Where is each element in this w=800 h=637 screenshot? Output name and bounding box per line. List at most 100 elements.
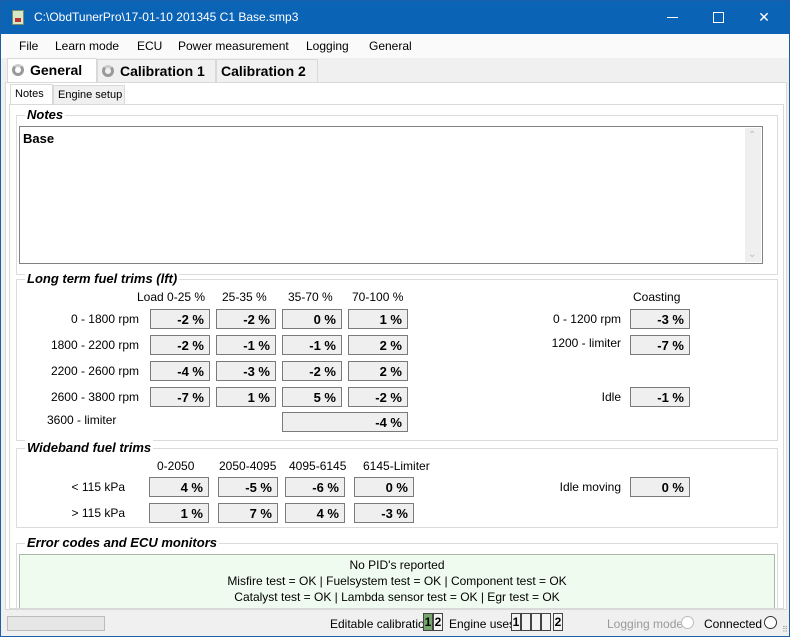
wideband-col-header: 0-2050 [157,459,195,473]
wideband-cell: -3 % [354,503,414,523]
tab-notes[interactable]: Notes [10,84,53,105]
tab-general-label: General [30,62,83,78]
menu-general[interactable]: General [369,39,412,53]
error-line: No PID's reported [349,558,445,572]
engine-slot [541,613,551,631]
tab-general[interactable]: General [7,58,97,82]
scroll-up-icon[interactable]: ⌃ [748,130,756,141]
lft-group: Long term fuel trims (lft) Load 0-25 % 2… [16,271,778,441]
lft-cell: -2 % [150,309,210,329]
lft-cell: -2 % [150,335,210,355]
lft-cell: 0 % [282,309,342,329]
engine-slot: 1 [511,613,521,631]
lft-cell: -2 % [348,387,408,407]
wideband-cell: 7 % [218,503,278,523]
lft-col-header: Load 0-25 % [137,290,206,304]
progress-bar [7,616,105,631]
notes-group: Notes Base ⌃ ⌄ [16,107,778,275]
menu-bar: File Learn mode ECU Power measurement Lo… [1,34,789,58]
lft-limiter-label: 3600 - limiter [47,413,117,427]
app-icon [12,10,24,25]
wideband-cell: 4 % [285,503,345,523]
wideband-row-label: > 115 kPa [71,506,125,520]
status-bar: Editable calibration 1 2 Engine uses 1 2… [1,611,789,636]
coasting-header: Coasting [633,290,681,304]
wideband-col-header: 2050-4095 [219,459,277,473]
maximize-button[interactable] [695,1,741,34]
notes-scrollbar[interactable]: ⌃ ⌄ [745,128,761,262]
engine-slot [531,613,541,631]
refresh-icon [12,64,24,76]
logging-mode-indicator [681,616,694,629]
lft-cell: -7 % [150,387,210,407]
wideband-group: Wideband fuel trims 0-2050 2050-4095 409… [16,440,778,528]
wideband-cell: 4 % [149,477,209,497]
coasting-value: -3 % [630,309,690,329]
lft-col-header: 35-70 % [288,290,333,304]
engine-slot [521,613,531,631]
notes-panel: Notes Base ⌃ ⌄ Long term fuel trims (lft… [9,104,784,613]
engine-uses-label: Engine uses [449,617,516,631]
menu-file[interactable]: File [19,39,38,53]
engine-slot: 2 [553,613,563,631]
maximize-icon [712,12,724,23]
connected-label: Connected [704,617,763,631]
menu-learn-mode[interactable]: Learn mode [55,39,119,53]
wideband-col-header: 4095-6145 [289,459,347,473]
lft-cell: -1 % [282,335,342,355]
lft-cell: -4 % [150,361,210,381]
lft-col-header: 25-35 % [222,290,267,304]
wideband-cell: 1 % [149,503,209,523]
tab-calibration-2-label: Calibration 2 [221,63,306,79]
lft-limiter-value: -4 % [282,412,408,432]
lft-col-header: 70-100 % [352,290,404,304]
scroll-down-icon[interactable]: ⌄ [748,249,756,260]
lft-cell: -2 % [216,309,276,329]
tab-calibration-2[interactable]: Calibration 2 [216,59,318,82]
wideband-group-title: Wideband fuel trims [25,440,154,455]
lft-row-label: 2200 - 2600 rpm [50,364,139,378]
minimize-button[interactable] [649,1,695,34]
menu-ecu[interactable]: ECU [137,39,162,53]
lft-cell: 1 % [348,309,408,329]
lft-row-label: 0 - 1800 rpm [70,312,139,326]
tab-calibration-1-label: Calibration 1 [120,63,205,79]
error-codes-group: Error codes and ECU monitors No PID's re… [16,535,778,613]
error-codes-group-title: Error codes and ECU monitors [25,535,219,550]
notes-group-title: Notes [25,107,66,122]
notes-text: Base [23,131,55,146]
tab-engine-setup[interactable]: Engine setup [53,85,125,105]
ecu-monitors-box: No PID's reported Misfire test = OK | Fu… [19,554,775,608]
lft-cell: 1 % [216,387,276,407]
wideband-cell: -5 % [218,477,278,497]
tab-calibration-1[interactable]: Calibration 1 [97,59,216,82]
editable-slot-2[interactable]: 2 [433,613,443,631]
wideband-col-header: 6145-Limiter [363,459,430,473]
title-bar[interactable]: C:\ObdTunerPro\17-01-10 201345 C1 Base.s… [1,1,789,34]
idle-moving-value: 0 % [630,477,690,497]
lft-cell: 5 % [282,387,342,407]
logging-mode-label: Logging mode [607,617,684,631]
menu-logging[interactable]: Logging [306,39,349,53]
lft-cell: -3 % [216,361,276,381]
idle-moving-label: Idle moving [559,480,621,494]
refresh-icon [102,65,114,77]
wideband-cell: 0 % [354,477,414,497]
resize-grip-icon[interactable]: ⠿ [782,625,788,634]
lft-group-title: Long term fuel trims (lft) [25,271,180,286]
window-title: C:\ObdTunerPro\17-01-10 201345 C1 Base.s… [34,10,299,24]
wideband-cell: -6 % [285,477,345,497]
minimize-icon [666,17,678,18]
error-line: Catalyst test = OK | Lambda sensor test … [234,590,560,604]
idle-label: Idle [601,390,621,404]
notes-textarea[interactable]: Base ⌃ ⌄ [19,126,763,264]
lft-cell: -2 % [282,361,342,381]
coasting-row-label: 1200 - limiter [551,336,621,350]
app-window: C:\ObdTunerPro\17-01-10 201345 C1 Base.s… [0,0,790,637]
close-button[interactable]: ✕ [741,1,787,34]
editable-slot-1[interactable]: 1 [423,613,433,631]
error-line: Misfire test = OK | Fuelsystem test = OK… [227,574,567,588]
idle-value: -1 % [630,387,690,407]
menu-power-measurement[interactable]: Power measurement [178,39,289,53]
lft-row-label: 1800 - 2200 rpm [50,338,139,352]
